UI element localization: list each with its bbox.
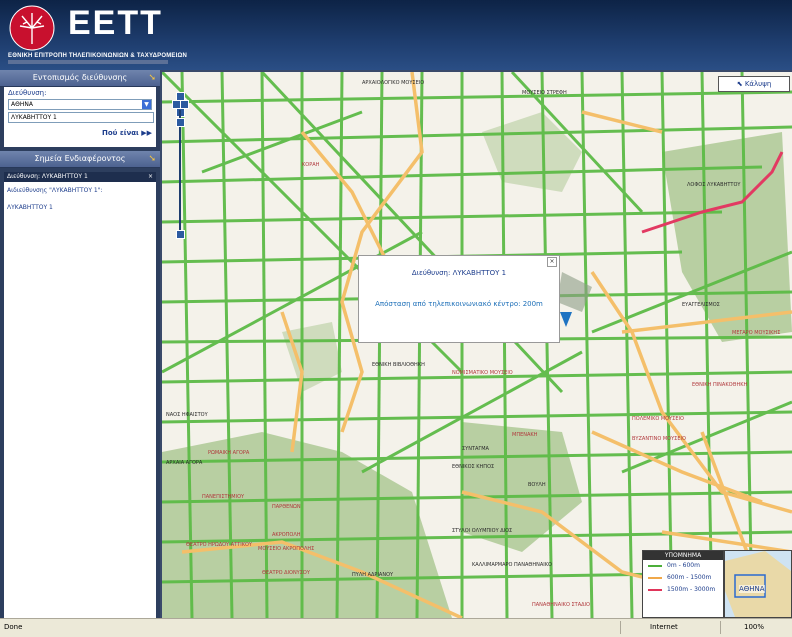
coverage-button-label: Κάλυψη — [744, 80, 772, 88]
map-label: ΛΟΦΟΣ ΛΥΚΑΒΗΤΤΟΥ — [687, 182, 741, 188]
where-is-button-label: Πού είναι — [102, 129, 139, 137]
locate-panel-title-text: Εντοπισμός διεύθυνσης — [32, 73, 128, 82]
map-label: ΝΑΟΣ ΗΦΑΙΣΤΟΥ — [166, 412, 208, 418]
overview-map[interactable]: ΑΘΗΝΑ — [724, 550, 792, 618]
collapse-arrow-icon[interactable]: ➘ — [148, 151, 156, 167]
sidebar: Εντοπισμός διεύθυνσης ➘ Διεύθυνση: ΑΘΗΝΑ… — [0, 70, 160, 626]
map-label: ΡΩΜΑΙΚΗ ΑΓΟΡΑ — [208, 450, 250, 456]
map-streets — [162, 72, 792, 618]
legend-row: 0m - 600m — [643, 560, 723, 572]
chevron-down-icon[interactable]: ▼ — [142, 100, 151, 109]
close-icon[interactable]: × — [547, 257, 557, 267]
legend-swatch — [648, 565, 662, 567]
map-label: ΣΤΥΛΟΙ ΟΛΥΜΠΙΟΥ ΔΙΟΣ — [452, 528, 513, 534]
legend-row: 600m - 1500m — [643, 572, 723, 584]
locate-form: Διεύθυνση: ΑΘΗΝΑ ▼ ΛΥΚΑΒΗΤΤΟΥ 1 Πού είνα… — [4, 87, 156, 147]
legend-title: ΥΠΟΜΝΗΜΑ — [643, 551, 723, 560]
coverage-icon: ⬉ — [736, 80, 745, 88]
collapse-arrow-icon[interactable]: ➘ — [148, 70, 156, 86]
map-label: ΕΘΝΙΚΗ ΠΙΝΑΚΟΘΗΚΗ — [692, 382, 748, 388]
map-label: ΠΑΝΕΠΙΣΤΗΜΙΟΥ — [202, 494, 245, 500]
result-header-text: Διεύθυνση: ΛΥΚΑΒΗΤΤΟΥ 1 — [7, 173, 88, 180]
poi-panel-title[interactable]: Σημεία Ενδιαφέροντος ➘ — [0, 151, 160, 168]
legend-label: 600m - 1500m — [667, 574, 712, 581]
map-label: ΜΟΥΣΕΙΟ ΣΤΡΕΦΗ — [522, 90, 567, 96]
map-label: ΕΥΑΓΓΕΛΙΣΜΟΣ — [682, 302, 720, 308]
map-label: ΘΕΑΤΡΟ ΔΙΟΝΥΣΟΥ — [262, 570, 310, 576]
zoom-slider[interactable] — [179, 110, 181, 230]
coverage-button[interactable]: ⬉ Κάλυψη — [718, 76, 790, 92]
result-heading: Αιδιεύθυνσης "ΛΥΚΑΒΗΤΤΟΥ 1": — [7, 187, 103, 194]
overview-map-graphic — [725, 551, 791, 617]
logo-text: EETT — [68, 4, 163, 42]
logo-subtitle: ΕΘΝΙΚΗ ΕΠΙΤΡΟΠΗ ΤΗΛΕΠΙΚΟΙΝΩΝΙΩΝ & ΤΑΧΥΔΡ… — [8, 53, 188, 59]
zone-text: Internet — [650, 623, 678, 631]
map-label: ΜΠΕΝΑΚΗ — [512, 432, 538, 438]
eett-emblem-icon — [9, 5, 55, 51]
map-legend: ΥΠΟΜΝΗΜΑ 0m - 600m 600m - 1500m 1500m - … — [642, 550, 724, 618]
map-label: ΕΘΝΙΚΗ ΒΙΒΛΙΟΘΗΚΗ — [372, 362, 425, 368]
map-label: ΘΕΑΤΡΟ ΗΡΩΔΟΥ ΑΤΤΙΚΟΥ — [186, 542, 252, 548]
legend-label: 1500m - 3000m — [667, 586, 716, 593]
map-label: ΒΟΥΛΗ — [528, 482, 546, 488]
legend-swatch — [648, 589, 662, 591]
browser-status-bar: Done Internet 100% — [0, 618, 792, 637]
map-label: ΑΡΧΑΙΑ ΑΓΟΡΑ — [166, 460, 203, 466]
map-label: ΑΚΡΟΠΟΛΗ — [272, 532, 301, 538]
zoom-in-icon[interactable] — [176, 118, 185, 127]
map-view[interactable]: ΑΡΧΑΙΟΛΟΓΙΚΟ ΜΟΥΣΕΙΟ ΜΟΥΣΕΙΟ ΣΤΡΕΦΗ ΛΟΦΟ… — [162, 72, 792, 618]
popup-address: Διεύθυνση: ΛΥΚΑΒΗΤΤΟΥ 1 — [411, 269, 507, 277]
map-label: ΠΑΝΑΘΗΝΑΙΚΟ ΣΤΑΔΙΟ — [532, 602, 590, 608]
status-divider — [620, 621, 621, 634]
result-header: Διεύθυνση: ΛΥΚΑΒΗΤΤΟΥ 1 × — [4, 172, 156, 182]
info-popup: × Διεύθυνση: ΛΥΚΑΒΗΤΤΟΥ 1 Απόσταση από τ… — [358, 255, 560, 343]
map-label: ΚΟΡΑΗ — [302, 162, 320, 168]
status-text: Done — [4, 623, 23, 631]
map-label: ΣΥΝΤΑΓΜΑ — [462, 446, 489, 452]
city-select-value: ΑΘΗΝΑ — [11, 101, 33, 108]
close-icon[interactable]: × — [148, 172, 153, 182]
logo-subtitle-bar — [8, 60, 168, 64]
map-label: ΚΑΛΛΙΜΑΡΜΑΡΟ ΠΑΝΑΘΗΝΑΙΚΟ — [472, 562, 552, 568]
address-label: Διεύθυνση: — [8, 89, 47, 97]
map-label: ΒΥΖΑΝΤΙΝΟ ΜΟΥΣΕΙΟ — [632, 436, 686, 442]
map-label: ΠΥΛΗ ΑΔΡΙΑΝΟΥ — [352, 572, 394, 578]
legend-label: 0m - 600m — [667, 562, 700, 569]
overview-map-label: ΑΘΗΝΑ — [739, 585, 765, 593]
map-label: ΠΑΡΘΕΝΩΝ — [272, 504, 301, 510]
street-input[interactable]: ΛΥΚΑΒΗΤΤΟΥ 1 — [8, 112, 154, 123]
map-label: ΜΕΓΑΡΟ ΜΟΥΣΙΚΗΣ — [732, 330, 781, 336]
city-select[interactable]: ΑΘΗΝΑ ▼ — [8, 99, 152, 110]
legend-swatch — [648, 577, 662, 579]
go-arrows-icon: ▶▶ — [141, 129, 152, 137]
app-header: EETT ΕΘΝΙΚΗ ΕΠΙΤΡΟΠΗ ΤΗΛΕΠΙΚΟΙΝΩΝΙΩΝ & Τ… — [0, 0, 792, 70]
map-label: ΜΟΥΣΕΙΟ ΑΚΡΟΠΟΛΗΣ — [258, 546, 315, 552]
map-label: ΝΟΜΙΣΜΑΤΙΚΟ ΜΟΥΣΕΙΟ — [452, 370, 513, 376]
poi-panel-title-text: Σημεία Ενδιαφέροντος — [34, 154, 126, 163]
status-divider — [720, 621, 721, 634]
map-label: ΠΟΛΕΜΙΚΟ ΜΟΥΣΕΙΟ — [632, 416, 684, 422]
zoom-out-icon[interactable] — [176, 230, 185, 239]
result-panel: Αιδιεύθυνσης "ΛΥΚΑΒΗΤΤΟΥ 1": ΛΥΚΑΒΗΤΤΟΥ … — [4, 182, 156, 626]
locate-panel-title[interactable]: Εντοπισμός διεύθυνσης ➘ — [0, 70, 160, 87]
zoom-level[interactable]: 100% — [744, 623, 764, 631]
zoom-control — [172, 92, 189, 242]
where-is-button[interactable]: Πού είναι ▶▶ — [8, 129, 152, 137]
legend-row: 1500m - 3000m — [643, 584, 723, 596]
popup-distance: Απόσταση από τηλεπικοινωνιακό κέντρο: 20… — [375, 300, 543, 308]
result-item[interactable]: ΛΥΚΑΒΗΤΤΟΥ 1 — [7, 204, 153, 211]
map-label: ΕΘΝΙΚΟΣ ΚΗΠΟΣ — [452, 464, 495, 470]
map-label: ΑΡΧΑΙΟΛΟΓΙΚΟ ΜΟΥΣΕΙΟ — [362, 80, 425, 86]
